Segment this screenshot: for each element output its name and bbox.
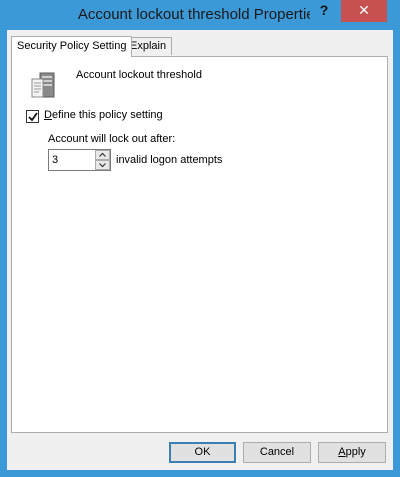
title-bar[interactable]: Account lockout threshold Properties ? ✕ xyxy=(0,0,400,30)
window-title: Account lockout threshold Properties xyxy=(77,6,323,23)
policy-name: Account lockout threshold xyxy=(76,69,202,81)
lockout-threshold-spinbox xyxy=(48,149,111,171)
lockout-after-label: Account will lock out after: xyxy=(48,133,176,145)
define-label-text: efine this policy setting xyxy=(51,109,163,121)
apply-accelerator: A xyxy=(338,446,346,458)
define-policy-setting-label: Define this policy setting xyxy=(44,109,163,121)
help-button[interactable]: ? xyxy=(310,0,338,22)
chevron-up-icon xyxy=(99,152,106,157)
tab-security-policy-setting[interactable]: Security Policy Setting xyxy=(11,36,133,57)
define-accelerator: D xyxy=(44,109,52,121)
cancel-button[interactable]: Cancel xyxy=(243,442,311,463)
checkmark-icon xyxy=(28,112,38,122)
properties-window: Account lockout threshold Properties ? ✕… xyxy=(0,0,400,477)
lockout-threshold-input[interactable] xyxy=(49,150,93,170)
invalid-logon-attempts-label: invalid logon attempts xyxy=(116,154,223,166)
ok-button[interactable]: OK xyxy=(169,442,236,463)
spin-down-button[interactable] xyxy=(95,160,110,170)
apply-label-text: pply xyxy=(345,446,366,458)
define-policy-setting-checkbox[interactable] xyxy=(26,110,39,123)
dialog-client-area: Security Policy Setting Explain Account … xyxy=(7,30,393,470)
server-policy-icon xyxy=(31,72,55,98)
chevron-down-icon xyxy=(99,163,106,168)
spin-up-button[interactable] xyxy=(95,150,110,160)
apply-button[interactable]: Apply xyxy=(318,442,386,463)
close-button[interactable]: ✕ xyxy=(341,0,387,22)
tab-panel-security-policy-setting: Account lockout threshold Define this po… xyxy=(11,56,388,433)
